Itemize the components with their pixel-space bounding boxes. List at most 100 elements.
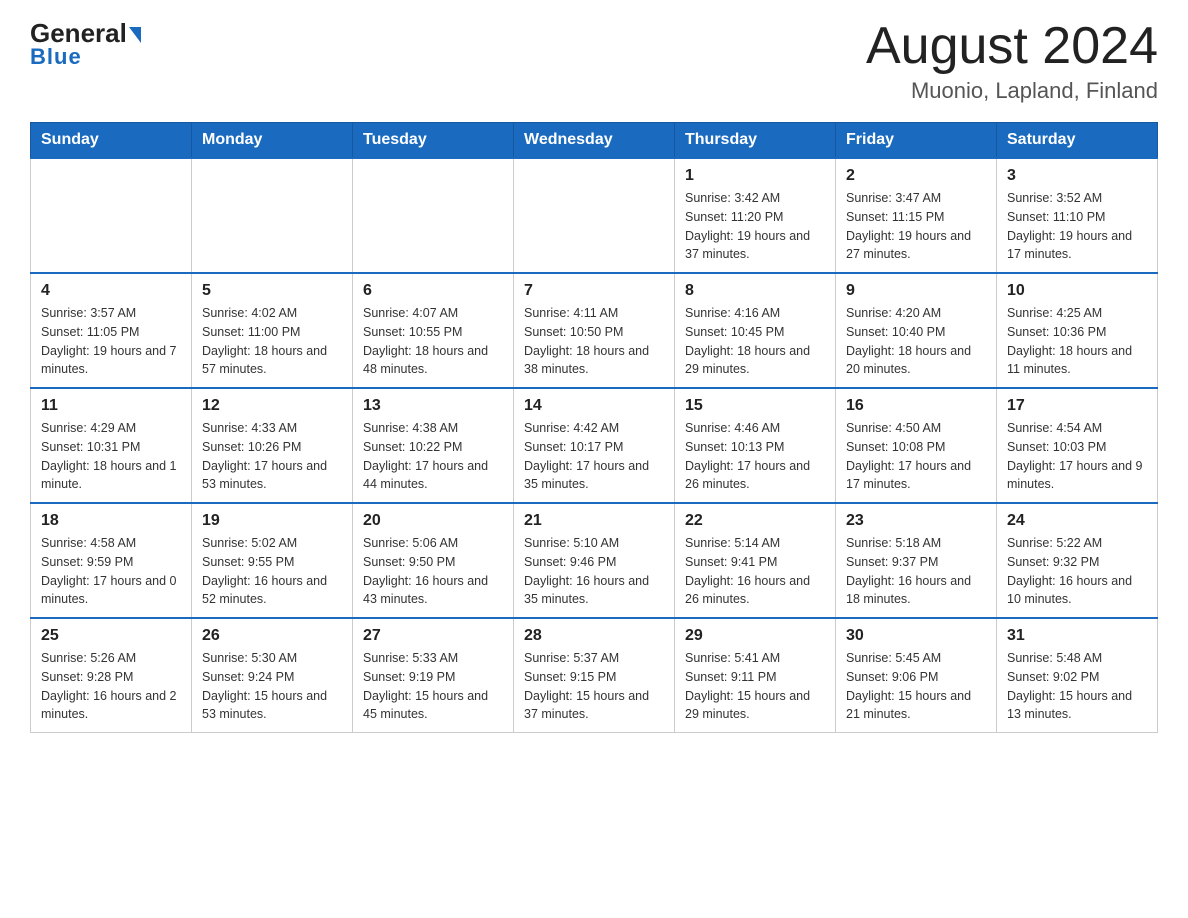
day-number: 12 xyxy=(202,397,342,415)
day-info: Sunrise: 5:33 AMSunset: 9:19 PMDaylight:… xyxy=(363,649,503,724)
calendar-week-1: 1 Sunrise: 3:42 AMSunset: 11:20 PMDayligh… xyxy=(31,158,1158,273)
day-info: Sunrise: 5:14 AMSunset: 9:41 PMDaylight:… xyxy=(685,534,825,609)
day-number: 11 xyxy=(41,397,181,415)
weekday-header-thursday: Thursday xyxy=(675,123,836,159)
calendar-week-5: 25 Sunrise: 5:26 AMSunset: 9:28 PMDayligh… xyxy=(31,618,1158,733)
day-info: Sunrise: 3:52 AMSunset: 11:10 PMDaylight… xyxy=(1007,189,1147,264)
day-number: 17 xyxy=(1007,397,1147,415)
calendar-cell: 24 Sunrise: 5:22 AMSunset: 9:32 PMDayligh… xyxy=(997,503,1158,618)
day-number: 15 xyxy=(685,397,825,415)
page-header: General Blue August 2024 Muonio, Lapland… xyxy=(30,20,1158,104)
day-info: Sunrise: 4:07 AMSunset: 10:55 PMDaylight… xyxy=(363,304,503,379)
calendar-cell: 10Sunrise: 4:25 AMSunset: 10:36 PMDaylig… xyxy=(997,273,1158,388)
calendar-cell xyxy=(192,158,353,273)
calendar-cell: 22Sunrise: 5:14 AMSunset: 9:41 PMDayligh… xyxy=(675,503,836,618)
logo-general: General xyxy=(30,20,141,46)
day-number: 28 xyxy=(524,627,664,645)
weekday-header-tuesday: Tuesday xyxy=(353,123,514,159)
calendar-header-row: SundayMondayTuesdayWednesdayThursdayFrid… xyxy=(31,123,1158,159)
calendar-cell: 11 Sunrise: 4:29 AMSunset: 10:31 PMDaylig… xyxy=(31,388,192,503)
day-info: Sunrise: 4:54 AMSunset: 10:03 PMDaylight… xyxy=(1007,419,1147,494)
calendar-week-4: 18Sunrise: 4:58 AMSunset: 9:59 PMDayligh… xyxy=(31,503,1158,618)
day-number: 9 xyxy=(846,282,986,300)
day-number: 25 xyxy=(41,627,181,645)
day-number: 18 xyxy=(41,512,181,530)
weekday-header-sunday: Sunday xyxy=(31,123,192,159)
day-number: 20 xyxy=(363,512,503,530)
day-info: Sunrise: 4:42 AMSunset: 10:17 PMDaylight… xyxy=(524,419,664,494)
calendar-table: SundayMondayTuesdayWednesdayThursdayFrid… xyxy=(30,122,1158,733)
day-info: Sunrise: 4:02 AMSunset: 11:00 PMDaylight… xyxy=(202,304,342,379)
calendar-cell: 20 Sunrise: 5:06 AMSunset: 9:50 PMDayligh… xyxy=(353,503,514,618)
calendar-cell: 17 Sunrise: 4:54 AMSunset: 10:03 PMDaylig… xyxy=(997,388,1158,503)
weekday-header-saturday: Saturday xyxy=(997,123,1158,159)
calendar-cell: 5 Sunrise: 4:02 AMSunset: 11:00 PMDayligh… xyxy=(192,273,353,388)
calendar-cell: 13Sunrise: 4:38 AMSunset: 10:22 PMDaylig… xyxy=(353,388,514,503)
calendar-cell: 18Sunrise: 4:58 AMSunset: 9:59 PMDayligh… xyxy=(31,503,192,618)
day-number: 21 xyxy=(524,512,664,530)
calendar-cell: 28 Sunrise: 5:37 AMSunset: 9:15 PMDayligh… xyxy=(514,618,675,733)
day-info: Sunrise: 5:02 AMSunset: 9:55 PMDaylight:… xyxy=(202,534,342,609)
calendar-cell: 4 Sunrise: 3:57 AMSunset: 11:05 PMDayligh… xyxy=(31,273,192,388)
day-number: 7 xyxy=(524,282,664,300)
calendar-cell: 1 Sunrise: 3:42 AMSunset: 11:20 PMDayligh… xyxy=(675,158,836,273)
day-number: 2 xyxy=(846,167,986,185)
day-number: 1 xyxy=(685,167,825,185)
weekday-header-monday: Monday xyxy=(192,123,353,159)
day-info: Sunrise: 4:16 AMSunset: 10:45 PMDaylight… xyxy=(685,304,825,379)
day-info: Sunrise: 5:18 AMSunset: 9:37 PMDaylight:… xyxy=(846,534,986,609)
day-info: Sunrise: 3:57 AMSunset: 11:05 PMDaylight… xyxy=(41,304,181,379)
day-info: Sunrise: 3:42 AMSunset: 11:20 PMDaylight… xyxy=(685,189,825,264)
month-title: August 2024 xyxy=(866,20,1158,72)
calendar-cell xyxy=(514,158,675,273)
calendar-cell: 8 Sunrise: 4:16 AMSunset: 10:45 PMDayligh… xyxy=(675,273,836,388)
calendar-cell xyxy=(353,158,514,273)
day-info: Sunrise: 5:10 AMSunset: 9:46 PMDaylight:… xyxy=(524,534,664,609)
day-info: Sunrise: 4:29 AMSunset: 10:31 PMDaylight… xyxy=(41,419,181,494)
day-info: Sunrise: 4:20 AMSunset: 10:40 PMDaylight… xyxy=(846,304,986,379)
day-number: 26 xyxy=(202,627,342,645)
calendar-cell: 29 Sunrise: 5:41 AMSunset: 9:11 PMDayligh… xyxy=(675,618,836,733)
day-number: 24 xyxy=(1007,512,1147,530)
day-number: 8 xyxy=(685,282,825,300)
day-info: Sunrise: 5:41 AMSunset: 9:11 PMDaylight:… xyxy=(685,649,825,724)
weekday-header-friday: Friday xyxy=(836,123,997,159)
day-info: Sunrise: 5:06 AMSunset: 9:50 PMDaylight:… xyxy=(363,534,503,609)
calendar-cell: 23 Sunrise: 5:18 AMSunset: 9:37 PMDayligh… xyxy=(836,503,997,618)
day-info: Sunrise: 5:48 AMSunset: 9:02 PMDaylight:… xyxy=(1007,649,1147,724)
day-number: 10 xyxy=(1007,282,1147,300)
day-number: 5 xyxy=(202,282,342,300)
calendar-cell: 14Sunrise: 4:42 AMSunset: 10:17 PMDaylig… xyxy=(514,388,675,503)
calendar-cell: 25 Sunrise: 5:26 AMSunset: 9:28 PMDayligh… xyxy=(31,618,192,733)
day-info: Sunrise: 4:11 AMSunset: 10:50 PMDaylight… xyxy=(524,304,664,379)
day-info: Sunrise: 5:45 AMSunset: 9:06 PMDaylight:… xyxy=(846,649,986,724)
logo: General Blue xyxy=(30,20,141,70)
calendar-cell: 21 Sunrise: 5:10 AMSunset: 9:46 PMDayligh… xyxy=(514,503,675,618)
day-info: Sunrise: 4:33 AMSunset: 10:26 PMDaylight… xyxy=(202,419,342,494)
calendar-cell xyxy=(31,158,192,273)
day-number: 3 xyxy=(1007,167,1147,185)
calendar-cell: 16Sunrise: 4:50 AMSunset: 10:08 PMDaylig… xyxy=(836,388,997,503)
day-number: 29 xyxy=(685,627,825,645)
day-info: Sunrise: 5:26 AMSunset: 9:28 PMDaylight:… xyxy=(41,649,181,724)
day-info: Sunrise: 5:37 AMSunset: 9:15 PMDaylight:… xyxy=(524,649,664,724)
calendar-week-2: 4 Sunrise: 3:57 AMSunset: 11:05 PMDayligh… xyxy=(31,273,1158,388)
day-number: 30 xyxy=(846,627,986,645)
calendar-cell: 19Sunrise: 5:02 AMSunset: 9:55 PMDayligh… xyxy=(192,503,353,618)
calendar-cell: 31 Sunrise: 5:48 AMSunset: 9:02 PMDayligh… xyxy=(997,618,1158,733)
day-number: 6 xyxy=(363,282,503,300)
location-title: Muonio, Lapland, Finland xyxy=(866,78,1158,104)
day-number: 16 xyxy=(846,397,986,415)
calendar-cell: 30 Sunrise: 5:45 AMSunset: 9:06 PMDayligh… xyxy=(836,618,997,733)
day-number: 23 xyxy=(846,512,986,530)
calendar-cell: 12 Sunrise: 4:33 AMSunset: 10:26 PMDaylig… xyxy=(192,388,353,503)
weekday-header-wednesday: Wednesday xyxy=(514,123,675,159)
calendar-cell: 15 Sunrise: 4:46 AMSunset: 10:13 PMDaylig… xyxy=(675,388,836,503)
day-number: 31 xyxy=(1007,627,1147,645)
day-number: 13 xyxy=(363,397,503,415)
calendar-cell: 26Sunrise: 5:30 AMSunset: 9:24 PMDayligh… xyxy=(192,618,353,733)
day-info: Sunrise: 5:22 AMSunset: 9:32 PMDaylight:… xyxy=(1007,534,1147,609)
day-info: Sunrise: 4:46 AMSunset: 10:13 PMDaylight… xyxy=(685,419,825,494)
day-number: 4 xyxy=(41,282,181,300)
title-block: August 2024 Muonio, Lapland, Finland xyxy=(866,20,1158,104)
